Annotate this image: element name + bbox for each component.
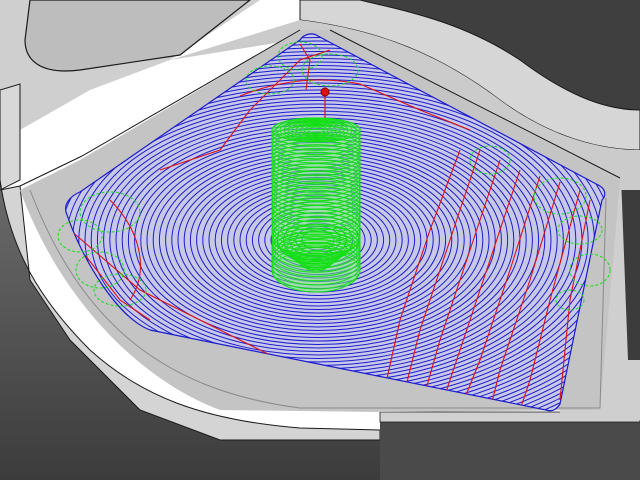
outer-wall-left	[0, 83, 21, 191]
bottom-wall-side	[380, 420, 640, 480]
upper-left-recess	[24, 0, 251, 72]
end-mill-tool[interactable]	[271, 117, 361, 293]
start-point-marker[interactable]	[320, 87, 330, 97]
cam-viewport[interactable]	[0, 0, 640, 480]
part-scene[interactable]	[0, 0, 640, 480]
